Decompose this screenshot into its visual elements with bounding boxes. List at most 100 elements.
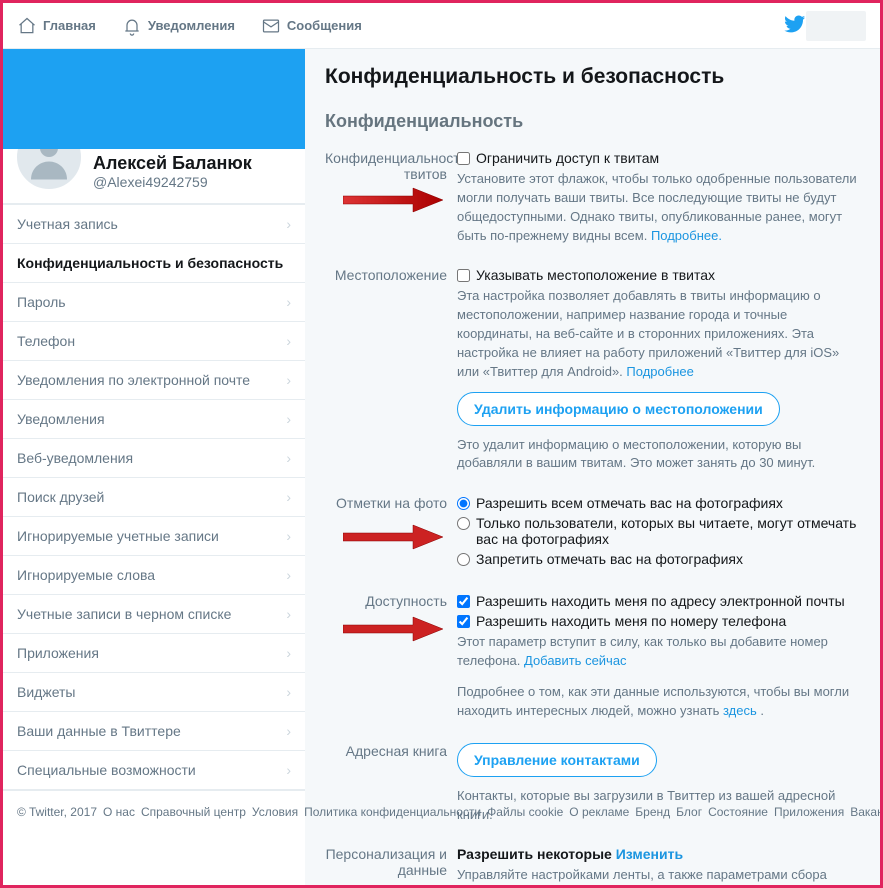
main-content: Конфиденциальность и безопасность Конфид…	[305, 49, 880, 888]
find-by-phone-checkbox[interactable]: Разрешить находить меня по номеру телефо…	[457, 613, 860, 629]
protect-tweets-input[interactable]	[457, 152, 470, 165]
settings-nav-item[interactable]: Уведомления›	[3, 400, 305, 439]
field-label-tweet-privacy: Конфиденциальность твитов	[325, 150, 457, 245]
footer-links: © Twitter, 2017 О нас Справочный центр Усло…	[3, 790, 305, 834]
chevron-right-icon: ›	[286, 294, 291, 310]
settings-nav-item[interactable]: Учетные записи в черном списке›	[3, 595, 305, 634]
sidebar: Алексей Баланюк @Alexei49242759 Учетная …	[3, 49, 305, 888]
settings-nav-label: Игнорируемые слова	[17, 567, 155, 583]
help-text: Установите этот флажок, чтобы только одо…	[457, 170, 860, 245]
settings-nav-item[interactable]: Поиск друзей ›	[3, 478, 305, 517]
help-text: Эта настройка позволяет добавлять в твит…	[457, 287, 860, 381]
settings-nav: Учетная запись › Конфиденциальность и безо…	[3, 204, 305, 790]
settings-nav-label: Игнорируемые учетные записи	[17, 528, 219, 544]
learn-here-link[interactable]: здесь	[723, 703, 757, 718]
photo-tag-off-input[interactable]	[457, 553, 470, 566]
footer-link[interactable]: © Twitter, 2017	[17, 805, 97, 819]
help-text: Подробнее о том, как эти данные использу…	[457, 683, 860, 721]
chevron-right-icon: ›	[286, 528, 291, 544]
bell-icon	[122, 16, 142, 36]
nav-messages-label: Сообщения	[287, 18, 362, 33]
field-label-address-book: Адресная книга	[325, 743, 457, 825]
radio-label: Только пользователи, которых вы читаете,…	[476, 515, 860, 547]
personalize-status: Разрешить некоторые	[457, 846, 612, 862]
settings-nav-label: Виджеты	[17, 684, 76, 700]
nav-home[interactable]: Главная	[17, 16, 96, 36]
settings-nav-label: Телефон	[17, 333, 75, 349]
section-title: Конфиденциальность	[325, 111, 860, 132]
radio-label: Разрешить всем отмечать вас на фотографи…	[476, 495, 783, 511]
settings-nav-item[interactable]: Пароль ›	[3, 283, 305, 322]
protect-tweets-label: Ограничить доступ к твитам	[476, 150, 659, 166]
nav-home-label: Главная	[43, 18, 96, 33]
settings-nav-label: Учетные записи в черном списке	[17, 606, 231, 622]
settings-nav-label: Приложения	[17, 645, 99, 661]
nav-notifications[interactable]: Уведомления	[122, 16, 235, 36]
chevron-right-icon: ›	[286, 216, 291, 232]
twitter-logo-icon[interactable]	[784, 13, 806, 38]
settings-nav-item[interactable]: Учетная запись ›	[3, 205, 305, 244]
profile-name[interactable]: Алексей Баланюк	[93, 153, 252, 174]
personalize-change-link[interactable]: Изменить	[616, 846, 683, 862]
settings-nav-item[interactable]: Виджеты ›	[3, 673, 305, 712]
photo-tag-following-radio[interactable]: Только пользователи, которых вы читаете,…	[457, 515, 860, 547]
find-by-email-checkbox[interactable]: Разрешить находить меня по адресу электр…	[457, 593, 860, 609]
tweet-location-input[interactable]	[457, 269, 470, 282]
settings-nav-item[interactable]: Игнорируемые слова ›	[3, 556, 305, 595]
find-by-phone-input[interactable]	[457, 615, 470, 628]
settings-nav-item[interactable]: Телефон ›	[3, 322, 305, 361]
chevron-right-icon: ›	[286, 372, 291, 388]
envelope-icon	[261, 16, 281, 36]
chevron-right-icon: ›	[286, 450, 291, 466]
learn-more-link[interactable]: Подробнее	[626, 364, 693, 379]
settings-nav-label: Веб-уведомления	[17, 450, 133, 466]
chevron-right-icon: ›	[286, 489, 291, 505]
chevron-right-icon: ›	[286, 567, 291, 583]
checkbox-label: Разрешить находить меня по номеру телефо…	[476, 613, 786, 629]
checkbox-label: Разрешить находить меня по адресу электр…	[476, 593, 845, 609]
settings-nav-label: Пароль	[17, 294, 66, 310]
manage-contacts-button[interactable]: Управление контактами	[457, 743, 657, 777]
topbar: Главная Уведомления Сообщения	[3, 3, 880, 49]
chevron-right-icon: ›	[286, 645, 291, 661]
chevron-right-icon: ›	[286, 684, 291, 700]
photo-tag-anyone-radio[interactable]: Разрешить всем отмечать вас на фотографи…	[457, 495, 860, 511]
nav-notifications-label: Уведомления	[148, 18, 235, 33]
settings-nav-label: Конфиденциальность и безопасность	[17, 255, 283, 271]
settings-nav-item[interactable]: Приложения ›	[3, 634, 305, 673]
settings-nav-item[interactable]: Ваши данные в Твиттере›	[3, 712, 305, 751]
settings-nav-item[interactable]: Веб-уведомления ›	[3, 439, 305, 478]
delete-location-button[interactable]: Удалить информацию о местоположении	[457, 392, 780, 426]
footer-link[interactable]: Условия	[252, 805, 298, 819]
settings-nav-item[interactable]: Уведомления по электронной почте ›	[3, 361, 305, 400]
settings-nav-label: Уведомления по электронной почте	[17, 372, 250, 388]
settings-nav-label: Поиск друзей	[17, 489, 104, 505]
settings-nav-item[interactable]: Конфиденциальность и безопасность	[3, 244, 305, 283]
nav-messages[interactable]: Сообщения	[261, 16, 362, 36]
chevron-right-icon: ›	[286, 333, 291, 349]
photo-tag-following-input[interactable]	[457, 517, 470, 530]
home-icon	[17, 16, 37, 36]
tweet-location-checkbox[interactable]: Указывать местоположение в твитах	[457, 267, 860, 283]
radio-label: Запретить отмечать вас на фотографиях	[476, 551, 743, 567]
account-menu[interactable]	[806, 11, 866, 41]
protect-tweets-checkbox[interactable]: Ограничить доступ к твитам	[457, 150, 860, 166]
profile-cover	[3, 49, 305, 149]
footer-link[interactable]: Справочный центр	[141, 805, 246, 819]
settings-nav-item[interactable]: Игнорируемые учетные записи ›	[3, 517, 305, 556]
settings-nav-label: Учетная запись	[17, 216, 118, 232]
learn-more-link[interactable]: Подробнее.	[651, 228, 722, 243]
footer-link[interactable]: О нас	[103, 805, 135, 819]
settings-nav-item[interactable]: Специальные возможности›	[3, 751, 305, 790]
help-text: Управляйте настройками ленты, а также па…	[457, 866, 860, 888]
field-label-discover: Доступность	[325, 593, 457, 720]
tweet-location-label: Указывать местоположение в твитах	[476, 267, 715, 283]
add-phone-link[interactable]: Добавить сейчас	[524, 653, 627, 668]
chevron-right-icon: ›	[286, 411, 291, 427]
photo-tag-off-radio[interactable]: Запретить отмечать вас на фотографиях	[457, 551, 860, 567]
help-text: Это удалит информацию о местоположении, …	[457, 436, 860, 474]
chevron-right-icon: ›	[286, 762, 291, 778]
profile-handle[interactable]: @Alexei49242759	[93, 174, 252, 190]
photo-tag-anyone-input[interactable]	[457, 497, 470, 510]
find-by-email-input[interactable]	[457, 595, 470, 608]
